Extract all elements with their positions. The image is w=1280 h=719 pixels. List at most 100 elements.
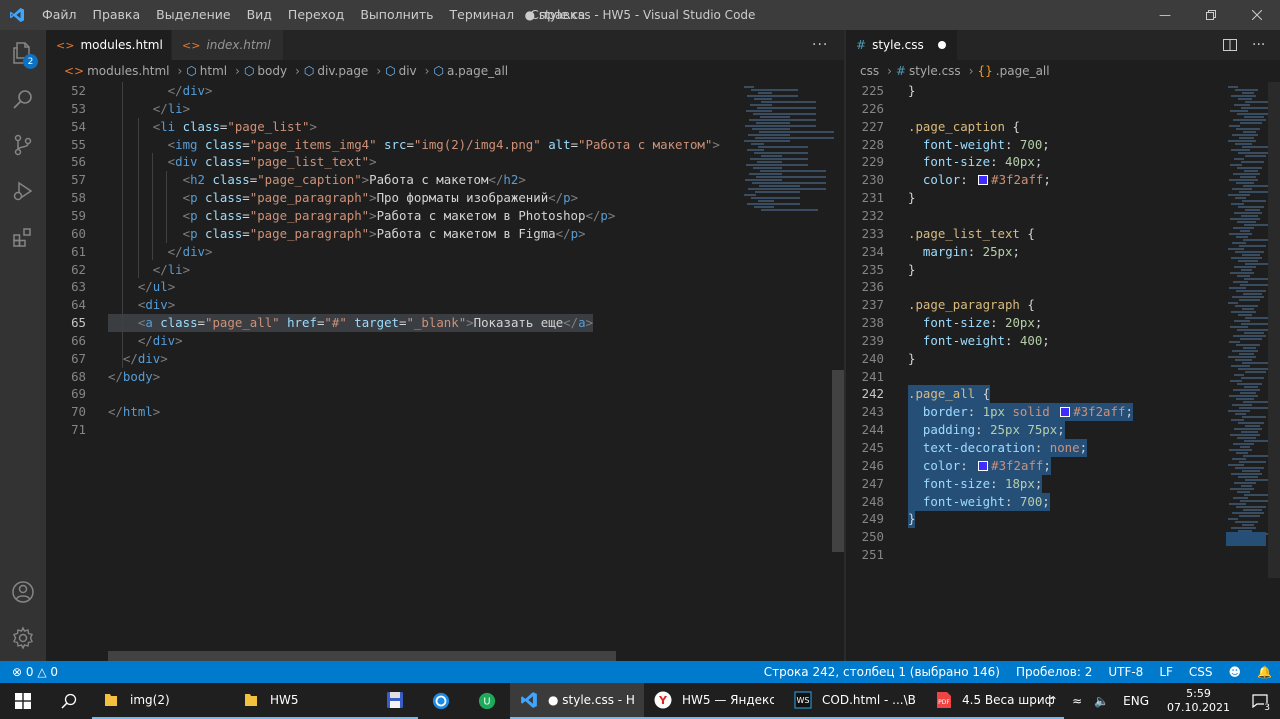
- tab-modules-html[interactable]: <> modules.html: [46, 30, 172, 60]
- taskbar-item[interactable]: ● style.css - HW5....: [510, 683, 644, 719]
- explorer-icon[interactable]: 2: [0, 30, 46, 76]
- code-line[interactable]: 243 border: 1px solid #3f2aff;: [846, 403, 1224, 422]
- code-line[interactable]: 233 .page_list_text {: [846, 225, 1224, 243]
- tab-index-html[interactable]: <> index.html: [172, 30, 284, 60]
- code-line[interactable]: 241: [846, 368, 1224, 386]
- breadcrumb-item[interactable]: div.page: [317, 64, 368, 78]
- taskbar-item[interactable]: Y HW5 — Яндекс....: [644, 683, 784, 719]
- minimap-viewport[interactable]: [1226, 532, 1266, 546]
- breadcrumb-item[interactable]: style.css: [909, 64, 961, 78]
- menu-item[interactable]: Выделение: [148, 0, 238, 30]
- notification-center-icon[interactable]: 3: [1240, 683, 1280, 719]
- horizontal-scrollbar[interactable]: [108, 651, 616, 661]
- wifi-icon[interactable]: ≈: [1066, 694, 1088, 708]
- taskbar-item[interactable]: [418, 683, 464, 719]
- code-line[interactable]: 246 color: #3f2aff;: [846, 456, 1224, 475]
- menu-item[interactable]: Терминал: [442, 0, 523, 30]
- feedback-icon[interactable]: ☻: [1221, 665, 1250, 679]
- end-of-line[interactable]: LF: [1151, 665, 1181, 679]
- code-line[interactable]: 54 <li class="page_list">: [46, 118, 740, 136]
- code-line[interactable]: 59 <p class="page_paragraph">Работа с ма…: [46, 207, 740, 225]
- code-line[interactable]: 242 .page_all {: [846, 385, 1224, 404]
- menu-item[interactable]: Файл: [34, 0, 85, 30]
- code-line[interactable]: 62 </li>: [46, 261, 740, 279]
- taskbar-item[interactable]: img(2): [92, 683, 232, 719]
- code-line[interactable]: 52 </div>: [46, 82, 740, 100]
- code-line[interactable]: 239 font-weight: 400;: [846, 332, 1224, 350]
- code-line[interactable]: 70 </html>: [46, 403, 740, 421]
- menu-item[interactable]: Справка: [522, 0, 593, 30]
- vertical-scrollbar-left[interactable]: [832, 370, 844, 552]
- run-debug-icon[interactable]: [0, 168, 46, 214]
- maximize-button[interactable]: [1188, 0, 1234, 30]
- code-line[interactable]: 237 .page_paragraph {: [846, 296, 1224, 314]
- code-line[interactable]: 53 </li>: [46, 100, 740, 118]
- menu-item[interactable]: Выполнить: [352, 0, 441, 30]
- code-line[interactable]: 248 font-weight: 700;: [846, 492, 1224, 511]
- code-line[interactable]: 231}: [846, 189, 1224, 207]
- code-line[interactable]: 250: [846, 528, 1224, 546]
- code-line[interactable]: 245 text-decoration: none;: [846, 439, 1224, 457]
- problems-indicator[interactable]: ⊗ 0 △ 0: [0, 665, 58, 679]
- code-line[interactable]: 64 <div>: [46, 296, 740, 314]
- minimap-left[interactable]: [740, 82, 834, 652]
- color-swatch-icon[interactable]: [1060, 407, 1071, 418]
- breadcrumb-item[interactable]: .page_all: [996, 64, 1050, 78]
- chevron-up-icon[interactable]: ⌃: [1040, 694, 1066, 708]
- taskbar-item[interactable]: HW5: [232, 683, 372, 719]
- vertical-scrollbar-right[interactable]: [1268, 82, 1280, 578]
- notifications-bell-icon[interactable]: 🔔: [1249, 665, 1280, 679]
- code-line[interactable]: 229 font-size: 40px;: [846, 153, 1224, 171]
- code-line[interactable]: 71: [46, 421, 740, 439]
- code-line[interactable]: 56 <div class="page_list_text">: [46, 153, 740, 171]
- taskbar-item[interactable]: U: [464, 683, 510, 719]
- indentation[interactable]: Пробелов: 2: [1008, 665, 1100, 679]
- minimize-button[interactable]: —: [1142, 0, 1188, 30]
- code-line[interactable]: 63 </ul>: [46, 278, 740, 296]
- code-line[interactable]: 225}: [846, 82, 1224, 100]
- encoding[interactable]: UTF-8: [1100, 665, 1151, 679]
- volume-icon[interactable]: 🔈: [1088, 694, 1115, 708]
- menu-item[interactable]: Вид: [239, 0, 280, 30]
- code-line[interactable]: 69: [46, 385, 740, 403]
- code-line[interactable]: 68 </body>: [46, 368, 740, 386]
- color-swatch-icon[interactable]: [978, 460, 989, 471]
- code-line[interactable]: 57 <h2 class="page_caption">Работа с мак…: [46, 171, 740, 189]
- code-line[interactable]: 58 <p class="page_paragraph">Про форматы…: [46, 189, 740, 207]
- search-icon[interactable]: [0, 76, 46, 122]
- taskbar-item[interactable]: WS COD.html - ...\Вя...: [784, 683, 926, 719]
- css-editor[interactable]: 225} 226 227 .page_caption {228 font-weight…: [846, 82, 1224, 661]
- extensions-icon[interactable]: [0, 214, 46, 260]
- code-line[interactable]: 230 color: #3f2aff;: [846, 171, 1224, 189]
- breadcrumb-item[interactable]: html: [200, 64, 227, 78]
- clock[interactable]: 5:59 07.10.2021: [1157, 687, 1240, 715]
- code-line[interactable]: 65 <a class="page_all" href="#" target="…: [46, 314, 740, 333]
- search-taskbar-icon[interactable]: [46, 683, 92, 719]
- language-indicator[interactable]: ENG: [1115, 694, 1157, 708]
- language-mode[interactable]: CSS: [1181, 665, 1221, 679]
- breadcrumb-item[interactable]: css: [860, 64, 879, 78]
- settings-gear-icon[interactable]: [0, 615, 46, 661]
- code-line[interactable]: 251: [846, 546, 1224, 564]
- cursor-position[interactable]: Строка 242, столбец 1 (выбрано 146): [756, 665, 1008, 679]
- code-line[interactable]: 228 font-weight: 700;: [846, 136, 1224, 154]
- menu-item[interactable]: Правка: [85, 0, 149, 30]
- code-line[interactable]: 249}: [846, 510, 1224, 529]
- code-line[interactable]: 247 font-size: 18px;: [846, 474, 1224, 493]
- more-actions-right-icon[interactable]: ···: [1252, 30, 1265, 60]
- minimap-right[interactable]: [1224, 82, 1278, 652]
- code-line[interactable]: 235}: [846, 261, 1224, 279]
- breadcrumb-item[interactable]: div: [399, 64, 417, 78]
- taskbar-item[interactable]: [372, 683, 418, 719]
- code-line[interactable]: 234 margin: 25px;: [846, 243, 1224, 261]
- code-line[interactable]: 61 </div>: [46, 243, 740, 261]
- tab-style-css[interactable]: # style.css: [846, 30, 958, 60]
- code-line[interactable]: 60 <p class="page_paragraph">Работа с ма…: [46, 225, 740, 243]
- source-control-icon[interactable]: [0, 122, 46, 168]
- breadcrumb-item[interactable]: modules.html: [87, 64, 169, 78]
- html-editor[interactable]: 52 </div> 53 </li> 54 <li class="page_list…: [46, 82, 740, 661]
- breadcrumb-item[interactable]: a.page_all: [447, 64, 508, 78]
- color-swatch-icon[interactable]: [978, 175, 989, 186]
- menu-item[interactable]: Переход: [280, 0, 352, 30]
- code-line[interactable]: 240}: [846, 350, 1224, 368]
